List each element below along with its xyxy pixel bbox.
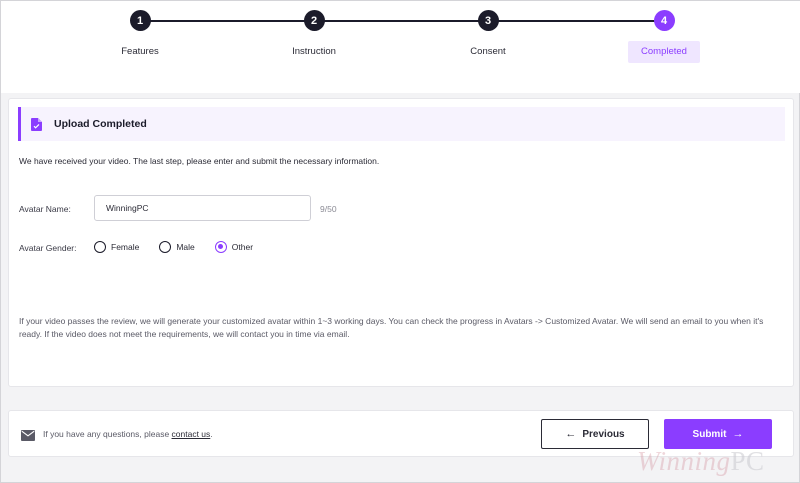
mail-icon xyxy=(21,428,35,441)
step-label: Instruction xyxy=(292,46,336,57)
contact-us-link[interactable]: contact us xyxy=(172,429,211,439)
gender-option-other[interactable]: Other xyxy=(214,241,254,253)
arrow-right-icon: → xyxy=(732,428,744,440)
step-consent: 3 Consent xyxy=(428,10,548,63)
review-note: If your video passes the review, we will… xyxy=(19,316,764,339)
watermark-part: Winning xyxy=(637,446,731,476)
help-text: If you have any questions, please contac… xyxy=(43,429,213,439)
previous-button[interactable]: ← Previous xyxy=(541,419,649,449)
step-label: Features xyxy=(121,46,159,57)
step-number: 1 xyxy=(129,10,151,31)
help-suffix: . xyxy=(210,429,213,439)
gender-option-male[interactable]: Male xyxy=(159,241,195,253)
upload-completed-banner: Upload Completed xyxy=(18,107,785,141)
previous-label: Previous xyxy=(582,428,625,440)
upload-completed-card: Upload Completed We have received your v… xyxy=(8,98,794,387)
step-number: 4 xyxy=(653,10,675,31)
avatar-name-input[interactable] xyxy=(94,195,311,221)
step-number: 2 xyxy=(303,10,325,31)
watermark-logo: WinningPC xyxy=(637,446,765,477)
radio-label: Female xyxy=(111,242,140,252)
gender-radio-group: Female Male Other xyxy=(94,241,273,253)
step-label: Completed xyxy=(628,41,700,63)
submit-label: Submit xyxy=(692,428,727,440)
radio-label: Male xyxy=(176,242,195,252)
step-label: Consent xyxy=(470,46,506,57)
step-number: 3 xyxy=(477,10,499,31)
arrow-left-icon: ← xyxy=(565,428,577,440)
step-instruction: 2 Instruction xyxy=(254,10,374,63)
avatar-name-label: Avatar Name: xyxy=(19,204,71,214)
avatar-gender-label: Avatar Gender: xyxy=(19,243,77,253)
radio-label: Other xyxy=(231,242,254,252)
gender-option-female[interactable]: Female xyxy=(94,241,139,253)
progress-stepper: 1 Features 2 Instruction 3 Consent 4 Com… xyxy=(1,1,800,93)
radio-button[interactable] xyxy=(159,241,172,253)
radio-button[interactable] xyxy=(94,241,106,253)
submit-button[interactable]: Submit → xyxy=(664,419,772,449)
help-prefix: If you have any questions, please xyxy=(43,429,172,439)
step-completed: 4 Completed xyxy=(604,10,724,63)
watermark-part: PC xyxy=(730,446,765,476)
character-counter: 9/50 xyxy=(320,204,337,214)
step-features: 1 Features xyxy=(80,10,200,63)
banner-title: Upload Completed xyxy=(54,118,147,130)
intro-text: We have received your video. The last st… xyxy=(19,156,380,166)
document-icon xyxy=(31,117,42,131)
radio-button-selected[interactable] xyxy=(214,241,227,253)
